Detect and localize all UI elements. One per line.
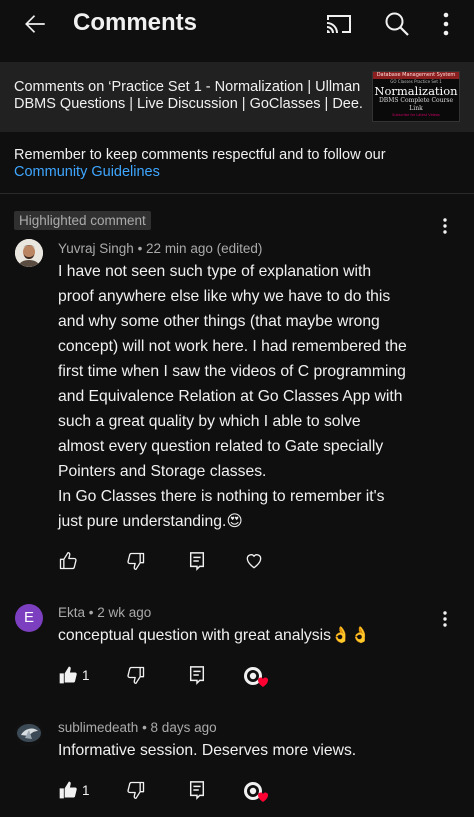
like-button[interactable]	[58, 780, 78, 802]
video-info-card[interactable]: Comments on ‘Practice Set 1 - Normalizat…	[0, 62, 474, 132]
comment-actions	[58, 551, 278, 573]
like-count: 1	[82, 668, 90, 683]
avatar-photo	[15, 239, 43, 267]
guidelines-text: Remember to keep comments respectful and…	[14, 147, 386, 163]
video-title-line1: Comments on ‘Practice Set 1 - Normalizat…	[14, 79, 361, 95]
thumbs-down-icon	[127, 666, 145, 684]
page-title: Comments	[73, 9, 198, 36]
avatar[interactable]: E	[15, 604, 43, 632]
comment-line: In Go Classes there is nothing to rememb…	[58, 488, 385, 505]
reply-icon	[189, 552, 205, 571]
comment-meta: Yuvraj Singh • 22 min ago (edited)	[58, 241, 263, 256]
comment-text: conceptual question with great analysis👌…	[58, 623, 458, 648]
community-guidelines-notice: Remember to keep comments respectful and…	[14, 147, 454, 181]
reply-icon	[189, 781, 205, 800]
comment-time: 2 wk ago	[97, 605, 152, 620]
comment-line: concept) will not work here. I had remem…	[58, 338, 407, 355]
top-app-bar: Comments	[0, 0, 474, 50]
search-icon[interactable]	[383, 10, 411, 38]
avatar[interactable]	[15, 239, 43, 267]
thumbs-down-icon	[127, 552, 145, 570]
video-title-line2: DBMS Questions | Live Discussion | GoCla…	[14, 96, 364, 112]
dislike-button[interactable]	[126, 551, 146, 573]
like-button[interactable]	[58, 665, 78, 687]
comment-line: and why some other things (that maybe wr…	[58, 313, 380, 330]
thumb-header: Database Management System	[373, 72, 459, 79]
thumb-subtitle: DBMS Complete Course Link	[378, 97, 454, 112]
heart-button[interactable]	[244, 551, 264, 573]
thumbs-down-icon	[127, 781, 145, 799]
comment-line: Pointers and Storage classes.	[58, 463, 267, 480]
comment-meta: sublimedeath • 8 days ago	[58, 720, 217, 735]
reply-button[interactable]	[188, 551, 206, 573]
comment-menu-icon[interactable]	[440, 217, 450, 235]
reply-icon	[189, 666, 205, 685]
comment-line: first time when I saw the videos of C pr…	[58, 363, 406, 380]
comment-line: such a great quality by which I able to …	[58, 413, 361, 430]
comment-actions: 1	[58, 780, 278, 802]
creator-heart-icon	[244, 782, 269, 802]
comment-line: I have not seen such type of explanation…	[58, 263, 372, 280]
comment-meta: Ekta • 2 wk ago	[58, 605, 152, 620]
thumbs-up-filled-icon	[59, 666, 77, 684]
creator-heart-badge[interactable]	[242, 780, 270, 802]
comment-actions: 1	[58, 665, 278, 687]
comment-line: conceptual question with great analysis👌…	[58, 627, 371, 644]
video-thumbnail[interactable]: Database Management System GO Classes Pr…	[372, 71, 460, 122]
creator-heart-icon	[244, 667, 269, 687]
comment-text: I have not seen such type of explanation…	[58, 259, 458, 534]
reply-button[interactable]	[188, 665, 206, 687]
avatar-letter: E	[23, 609, 34, 626]
comment-time: 8 days ago	[150, 720, 217, 735]
reply-button[interactable]	[188, 780, 206, 802]
dislike-button[interactable]	[126, 665, 146, 687]
avatar-image	[15, 719, 43, 747]
dislike-button[interactable]	[126, 780, 146, 802]
comment-line: Informative session. Deserves more views…	[58, 742, 357, 759]
thumb-footer: Subscribe for Latest Videos	[392, 113, 440, 117]
cast-icon[interactable]	[325, 12, 353, 36]
more-options-icon[interactable]	[436, 10, 456, 38]
comment-author[interactable]: Ekta	[58, 605, 85, 620]
thumbs-up-filled-icon	[59, 781, 77, 799]
thumb-title: Normalization	[374, 84, 458, 98]
divider	[0, 193, 474, 194]
comment-time: 22 min ago (edited)	[146, 241, 263, 256]
like-count: 1	[82, 783, 90, 798]
community-guidelines-link[interactable]: Community Guidelines	[14, 164, 454, 181]
comment-line: almost every question related to Gate sp…	[58, 438, 384, 455]
heart-outline-icon	[246, 554, 262, 569]
like-button[interactable]	[58, 551, 78, 573]
comment-author[interactable]: sublimedeath	[58, 720, 138, 735]
video-title: Comments on ‘Practice Set 1 - Normalizat…	[14, 79, 364, 113]
highlighted-comment-badge: Highlighted comment	[14, 211, 151, 230]
comment-line: just pure understanding.😍	[58, 513, 243, 530]
avatar[interactable]	[15, 719, 43, 747]
comment-line: proof anywhere else like why we have to …	[58, 288, 391, 305]
comment-line: and Equivalence Relation at Go Classes A…	[58, 388, 403, 405]
back-arrow-icon[interactable]	[22, 11, 48, 37]
creator-heart-badge[interactable]	[242, 665, 270, 687]
comment-text: Informative session. Deserves more views…	[58, 738, 458, 763]
thumbs-up-icon	[59, 552, 77, 570]
comment-author[interactable]: Yuvraj Singh	[58, 241, 134, 256]
